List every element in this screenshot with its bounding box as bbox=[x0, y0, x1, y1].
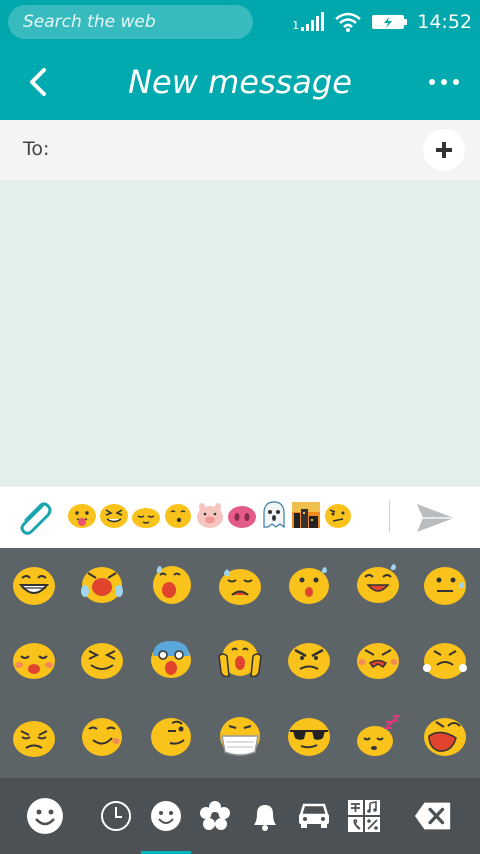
tab-vehicles[interactable] bbox=[294, 796, 334, 836]
grinning-emoji[interactable] bbox=[11, 563, 57, 607]
back-arrow-icon[interactable] bbox=[22, 64, 58, 100]
kissing-emoji[interactable] bbox=[162, 499, 194, 531]
disappointed-emoji[interactable] bbox=[11, 716, 57, 760]
winking-emoji[interactable] bbox=[148, 714, 194, 758]
tab-flowers[interactable] bbox=[195, 796, 235, 836]
sad-sweat-emoji[interactable] bbox=[217, 563, 263, 607]
scream-hands-emoji[interactable] bbox=[217, 636, 263, 680]
clock: 14:52 bbox=[417, 11, 472, 33]
car-icon bbox=[299, 803, 329, 828]
to-label: To: bbox=[23, 138, 50, 160]
screaming-fear-emoji[interactable] bbox=[148, 636, 194, 680]
squint-tongue-emoji[interactable] bbox=[98, 499, 130, 531]
pig-nose-emoji[interactable] bbox=[226, 499, 258, 531]
pig-face-emoji[interactable] bbox=[194, 499, 226, 531]
persevering-emoji[interactable] bbox=[11, 638, 57, 682]
flower-icon bbox=[200, 801, 230, 830]
wifi-icon bbox=[335, 12, 362, 32]
clock-icon bbox=[101, 801, 131, 831]
symbols-icon bbox=[348, 800, 380, 832]
mask-emoji[interactable] bbox=[217, 714, 263, 758]
tab-backspace[interactable] bbox=[413, 796, 453, 836]
confused-emoji[interactable] bbox=[322, 499, 354, 531]
add-recipient-button[interactable] bbox=[423, 129, 465, 171]
pouting-emoji[interactable] bbox=[355, 638, 401, 682]
crying-laughing-emoji[interactable] bbox=[79, 561, 125, 605]
battery-charging-icon bbox=[372, 15, 408, 29]
sunglasses-emoji[interactable] bbox=[286, 714, 332, 758]
smiley-icon bbox=[151, 801, 181, 831]
neutral-sweat-emoji[interactable] bbox=[422, 563, 468, 607]
tongue-out-emoji[interactable] bbox=[66, 499, 98, 531]
sim-number: 1 bbox=[292, 18, 300, 32]
recipient-row[interactable]: To: bbox=[0, 120, 480, 180]
more-options-icon[interactable] bbox=[424, 66, 464, 98]
fuming-emoji[interactable] bbox=[422, 638, 468, 682]
angry-emoji[interactable] bbox=[286, 638, 332, 682]
message-input-bar bbox=[0, 487, 480, 548]
squinting-emoji[interactable] bbox=[79, 638, 125, 682]
tab-symbols[interactable] bbox=[344, 796, 384, 836]
smiley-face-icon bbox=[27, 798, 63, 834]
bell-icon bbox=[254, 805, 276, 831]
emoji-category-bar bbox=[0, 778, 480, 854]
send-icon[interactable] bbox=[414, 501, 456, 535]
emoji-suggestions bbox=[66, 499, 354, 535]
sleeping-emoji[interactable] bbox=[355, 714, 401, 758]
status-bar: Search the web 1 14:52 bbox=[0, 0, 480, 44]
page-title: New message bbox=[128, 63, 352, 101]
message-compose-area[interactable] bbox=[0, 180, 480, 487]
input-divider bbox=[389, 501, 390, 533]
status-icons: 1 14:52 bbox=[292, 0, 472, 44]
tab-smileys[interactable] bbox=[146, 796, 186, 836]
relieved-emoji[interactable] bbox=[130, 499, 162, 531]
search-pill[interactable]: Search the web bbox=[8, 5, 253, 39]
night-city-emoji[interactable] bbox=[290, 499, 322, 531]
paperclip-icon[interactable] bbox=[14, 500, 54, 536]
ghost-emoji[interactable] bbox=[258, 499, 290, 531]
tab-bell[interactable] bbox=[245, 796, 285, 836]
plus-icon bbox=[436, 142, 452, 158]
tired-yelling-emoji[interactable] bbox=[422, 714, 468, 758]
tab-recent[interactable] bbox=[96, 796, 136, 836]
app-header: New message bbox=[0, 44, 480, 120]
signal-icon bbox=[301, 12, 325, 31]
sweat-smile-emoji[interactable] bbox=[148, 561, 194, 605]
smirking-emoji[interactable] bbox=[79, 714, 125, 758]
emoji-keyboard bbox=[0, 548, 480, 778]
tab-smiley-toggle[interactable] bbox=[25, 796, 65, 836]
backspace-icon bbox=[414, 802, 451, 830]
laughing-sweat-emoji[interactable] bbox=[355, 561, 401, 605]
surprised-sweat-emoji[interactable] bbox=[286, 562, 332, 606]
